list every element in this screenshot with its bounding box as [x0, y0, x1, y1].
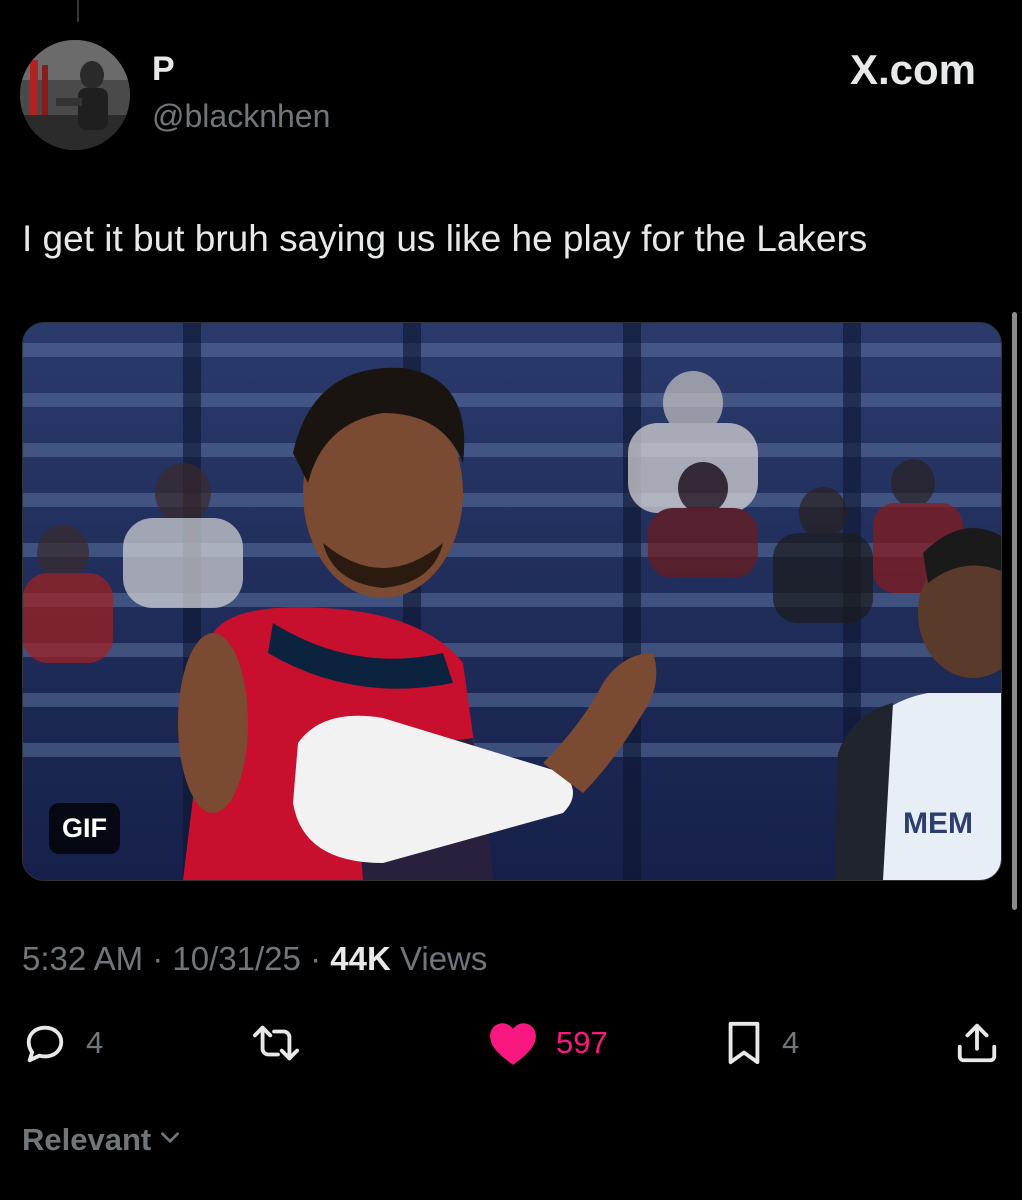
sort-label: Relevant: [22, 1122, 152, 1157]
reply-icon: [22, 1020, 68, 1066]
chevron-down-icon: [151, 1122, 183, 1158]
author-handle[interactable]: @blacknhen: [152, 98, 330, 135]
svg-text:MEM: MEM: [903, 807, 973, 840]
avatar[interactable]: [20, 40, 130, 150]
heart-icon: [488, 1020, 538, 1066]
views-count[interactable]: 44K: [330, 940, 391, 977]
gif-badge: GIF: [49, 803, 120, 854]
bookmark-count: 4: [782, 1025, 800, 1060]
retweet-button[interactable]: [250, 1018, 302, 1068]
like-button[interactable]: 597: [488, 1018, 608, 1068]
tweet-date[interactable]: 10/31/25: [172, 940, 300, 977]
tweet-actions-bar: 4 597 4: [0, 1018, 1022, 1068]
bookmark-button[interactable]: 4: [724, 1018, 799, 1068]
avatar-image: [20, 40, 130, 150]
share-icon: [954, 1020, 1000, 1066]
thread-connector-line: [77, 0, 79, 22]
retweet-icon: [250, 1020, 302, 1066]
tweet-meta: 5:32 AM · 10/31/25 · 44K Views: [22, 940, 487, 978]
bookmark-icon: [724, 1020, 764, 1066]
share-button[interactable]: [954, 1018, 1000, 1068]
meta-separator: ·: [152, 940, 164, 977]
reply-count: 4: [86, 1025, 104, 1060]
views-label[interactable]: Views: [400, 940, 487, 977]
reply-button[interactable]: 4: [22, 1018, 103, 1068]
tweet-media-gif[interactable]: MEM GIF: [22, 322, 1002, 881]
scrollbar[interactable]: [1012, 312, 1017, 910]
tweet-text: I get it but bruh saying us like he play…: [22, 218, 868, 259]
tweet-time[interactable]: 5:32 AM: [22, 940, 143, 977]
reply-sort-dropdown[interactable]: Relevant: [22, 1122, 183, 1158]
site-label-text: X.com: [849, 46, 976, 93]
gif-frame: MEM: [23, 323, 1001, 880]
author-display-name[interactable]: P: [152, 50, 175, 89]
site-label: X.com: [850, 46, 976, 94]
meta-separator: ·: [310, 940, 322, 977]
like-count: 597: [556, 1025, 608, 1060]
